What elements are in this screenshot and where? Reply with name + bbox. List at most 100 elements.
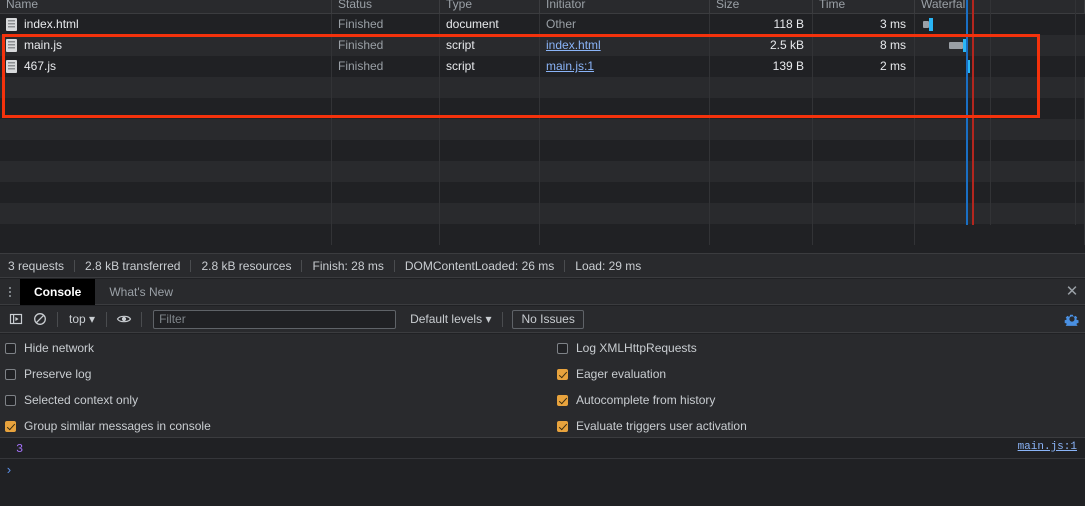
- request-time-cell: 2 ms: [813, 56, 915, 77]
- column-header-name[interactable]: Name: [0, 0, 332, 13]
- checkbox[interactable]: [5, 368, 16, 380]
- empty-cell: [813, 203, 915, 224]
- empty-cell: [710, 98, 813, 119]
- document-icon: [6, 60, 17, 73]
- request-time-cell: 3 ms: [813, 14, 915, 35]
- empty-cell: [813, 161, 915, 182]
- devtools-window: Name Status Type Initiator Size Time Waterfall…: [0, 0, 1085, 506]
- table-row[interactable]: index.html Finished document Other 118 B3 ms: [0, 14, 1085, 35]
- log-levels-dropdown[interactable]: Default levels ▾: [404, 309, 497, 329]
- waterfall-download-segment: [929, 18, 933, 31]
- request-status-cell: Finished: [332, 35, 440, 56]
- request-type-cell: script: [440, 56, 540, 77]
- setting-log-xmlhttprequests[interactable]: Log XMLHttpRequests: [557, 337, 697, 359]
- console-message-row[interactable]: 3 main.js:1: [0, 439, 1085, 459]
- more-tabs-button[interactable]: [0, 279, 20, 305]
- chevron-down-icon: ▾: [485, 312, 492, 326]
- setting-selected-context-only[interactable]: Selected context only: [5, 389, 138, 411]
- waterfall-bar: [949, 42, 963, 49]
- checkbox[interactable]: [557, 342, 568, 354]
- setting-label: Autocomplete from history: [576, 393, 716, 407]
- clear-console-icon[interactable]: [28, 308, 52, 330]
- network-panel: Name Status Type Initiator Size Time Waterfall…: [0, 0, 1085, 253]
- setting-label: Log XMLHttpRequests: [576, 341, 697, 355]
- request-waterfall-cell: [915, 14, 1085, 35]
- table-row-empty: [0, 119, 1085, 140]
- levels-label: Default levels: [410, 312, 483, 326]
- empty-cell: [813, 140, 915, 161]
- column-header-status[interactable]: Status: [332, 0, 440, 13]
- request-type-cell: document: [440, 14, 540, 35]
- waterfall-download-segment: [963, 39, 967, 52]
- checkbox[interactable]: [5, 394, 16, 406]
- empty-cell: [0, 182, 332, 203]
- empty-cell: [0, 140, 332, 161]
- checkbox[interactable]: [557, 420, 568, 432]
- column-header-initiator[interactable]: Initiator: [540, 0, 710, 13]
- setting-autocomplete-from-history[interactable]: Autocomplete from history: [557, 389, 715, 411]
- execution-context-selector[interactable]: top ▾: [63, 309, 101, 329]
- waterfall-gridline: [990, 14, 991, 35]
- request-initiator-cell[interactable]: main.js:1: [540, 56, 710, 77]
- request-initiator-cell[interactable]: index.html: [540, 35, 710, 56]
- request-size-cell: 139 B: [710, 56, 813, 77]
- empty-cell: [440, 119, 540, 140]
- empty-cell: [540, 203, 710, 224]
- empty-cell: [540, 161, 710, 182]
- requests-count: 3 requests: [8, 258, 65, 273]
- request-time-cell: 8 ms: [813, 35, 915, 56]
- filter-input[interactable]: [153, 309, 397, 329]
- dot: [9, 290, 11, 293]
- empty-cell: [915, 203, 1085, 224]
- resources-size: 2.8 kB resources: [201, 258, 292, 273]
- close-icon[interactable]: ✕: [1063, 283, 1081, 301]
- console-sidebar-toggle-icon[interactable]: [4, 308, 28, 330]
- prompt-arrow-icon: ›: [5, 462, 13, 478]
- setting-label: Eager evaluation: [576, 367, 667, 381]
- column-header-waterfall[interactable]: Waterfall: [915, 0, 1085, 13]
- empty-cell: [710, 182, 813, 203]
- column-header-type[interactable]: Type: [440, 0, 540, 13]
- checkbox[interactable]: [557, 368, 568, 380]
- eye-icon[interactable]: [112, 308, 136, 330]
- request-name-cell: index.html: [0, 14, 332, 35]
- column-header-time[interactable]: Time: [813, 0, 915, 13]
- table-row-empty: [0, 77, 1085, 98]
- empty-cell: [540, 98, 710, 119]
- checkbox[interactable]: [5, 420, 16, 432]
- empty-cell: [440, 224, 540, 245]
- empty-cell: [710, 161, 813, 182]
- setting-hide-network[interactable]: Hide network: [5, 337, 94, 359]
- divider: [57, 311, 58, 327]
- column-header-size[interactable]: Size: [710, 0, 813, 13]
- divider: [301, 259, 303, 272]
- console-prompt-row[interactable]: ›: [0, 460, 1085, 480]
- setting-eager-evaluation[interactable]: Eager evaluation: [557, 363, 666, 385]
- waterfall-gridline: [990, 35, 991, 56]
- setting-evaluate-triggers-user-activation[interactable]: Evaluate triggers user activation: [557, 415, 747, 437]
- divider: [502, 311, 504, 327]
- divider: [190, 259, 192, 272]
- network-request-list[interactable]: index.html Finished document Other 118 B3 ms…: [0, 14, 1085, 245]
- empty-cell: [440, 203, 540, 224]
- table-row-empty: [0, 182, 1085, 203]
- request-waterfall-cell: [915, 56, 1085, 77]
- request-name-cell: main.js: [0, 35, 332, 56]
- table-row[interactable]: 467.js Finished script main.js:1 139 B2 ms: [0, 56, 1085, 77]
- setting-preserve-log[interactable]: Preserve log: [5, 363, 91, 385]
- empty-cell: [0, 98, 332, 119]
- network-summary-bar: 3 requests 2.8 kB transferred 2.8 kB res…: [0, 253, 1085, 278]
- setting-group-similar-messages-in-console[interactable]: Group similar messages in console: [5, 415, 211, 437]
- issues-button[interactable]: No Issues: [512, 309, 584, 329]
- empty-cell: [0, 119, 332, 140]
- console-message-source-link[interactable]: main.js:1: [1018, 441, 1077, 453]
- gear-icon[interactable]: [1064, 311, 1080, 330]
- tab-console[interactable]: Console: [20, 278, 96, 305]
- checkbox[interactable]: [5, 342, 16, 354]
- tab-whats-new[interactable]: What's New: [95, 279, 187, 305]
- empty-cell: [540, 119, 710, 140]
- checkbox[interactable]: [557, 394, 568, 406]
- table-row[interactable]: main.js Finished script index.html 2.5 kB 8 m…: [0, 35, 1085, 56]
- empty-cell: [440, 77, 540, 98]
- divider: [393, 259, 395, 272]
